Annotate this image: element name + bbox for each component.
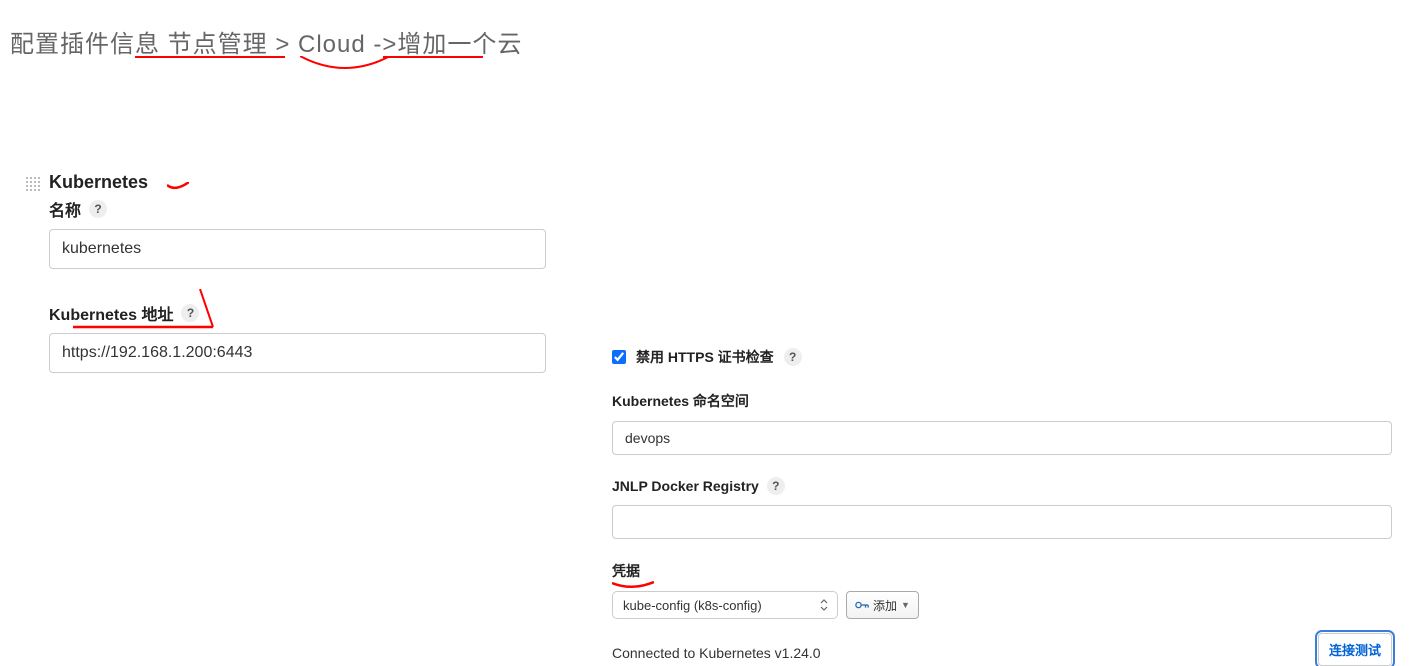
annotation-swoosh-icon — [300, 56, 390, 74]
add-credentials-button[interactable]: 添加 ▼ — [846, 591, 919, 619]
connection-status-text: Connected to Kubernetes v1.24.0 — [612, 645, 1392, 661]
key-icon — [855, 600, 869, 610]
annotation-underline-2 — [383, 56, 483, 58]
help-icon[interactable]: ? — [181, 304, 199, 322]
help-icon[interactable]: ? — [784, 348, 802, 366]
name-label: 名称 — [49, 197, 81, 221]
caret-down-icon: ▼ — [901, 600, 910, 610]
credentials-select[interactable]: kube-config (k8s-config) — [612, 591, 838, 619]
annotation-tick-icon — [167, 182, 189, 192]
help-icon[interactable]: ? — [89, 200, 107, 218]
annotation-credentials-underline-icon — [612, 581, 654, 591]
drag-handle-icon[interactable] — [26, 177, 40, 191]
annotation-underline-1 — [135, 56, 285, 58]
test-connection-button[interactable]: 连接测试 — [1318, 633, 1392, 666]
disable-https-label: 禁用 HTTPS 证书检查 — [636, 347, 774, 367]
address-label: Kubernetes 地址 — [49, 301, 173, 325]
jnlp-input[interactable] — [612, 505, 1392, 539]
section-heading-kubernetes: Kubernetes — [49, 172, 547, 193]
add-button-label: 添加 — [873, 597, 897, 614]
disable-https-checkbox[interactable] — [612, 350, 626, 364]
page-title: 配置插件信息 节点管理 > Cloud ->增加一个云 — [10, 24, 522, 59]
namespace-label: Kubernetes 命名空间 — [612, 391, 1392, 411]
credentials-label: 凭据 — [612, 561, 1392, 581]
address-input[interactable] — [49, 333, 546, 373]
namespace-input[interactable] — [612, 421, 1392, 455]
jnlp-label: JNLP Docker Registry — [612, 478, 759, 494]
help-icon[interactable]: ? — [767, 477, 785, 495]
name-input[interactable] — [49, 229, 546, 269]
